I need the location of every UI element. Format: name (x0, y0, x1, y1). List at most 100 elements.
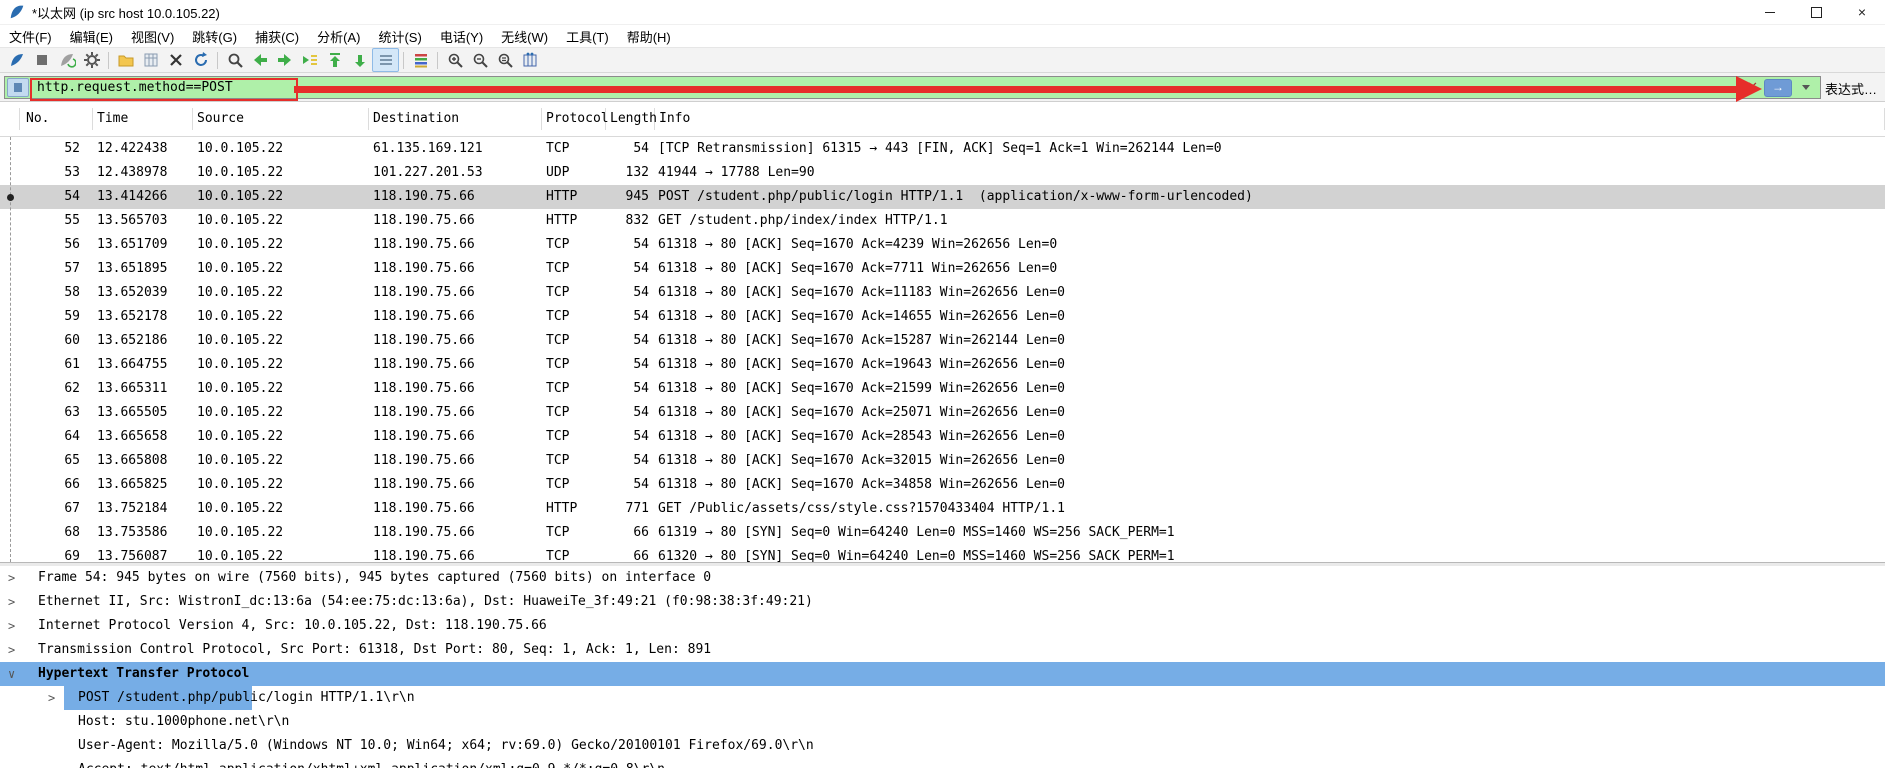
minimize-button[interactable] (1747, 0, 1793, 24)
start-capture-button[interactable] (4, 49, 29, 71)
expander-icon[interactable]: ∨ (0, 662, 38, 686)
reload-file-button[interactable] (188, 49, 213, 71)
packet-row[interactable]: 53 12.438978 10.0.105.22 101.227.201.53 … (0, 161, 1885, 185)
detail-line[interactable]: > Ethernet II, Src: WistronI_dc:13:6a (5… (0, 590, 1885, 614)
menu-item[interactable]: 文件(F) (0, 25, 61, 48)
expander-icon[interactable] (40, 734, 78, 758)
save-file-button[interactable] (138, 49, 163, 71)
menu-item[interactable]: 帮助(H) (618, 25, 680, 48)
go-forward-button[interactable] (272, 49, 297, 71)
packet-row[interactable]: 56 13.651709 10.0.105.22 118.190.75.66 T… (0, 233, 1885, 257)
window-title: *以太网 (ip src host 10.0.105.22) (32, 5, 220, 21)
packet-row[interactable]: 67 13.752184 10.0.105.22 118.190.75.66 H… (0, 497, 1885, 521)
detail-line[interactable]: Host: stu.1000phone.net\r\n (0, 710, 1885, 734)
packet-row[interactable]: 65 13.665808 10.0.105.22 118.190.75.66 T… (0, 449, 1885, 473)
go-to-top-button[interactable] (322, 49, 347, 71)
detail-line[interactable]: Accept: text/html,application/xhtml+xml,… (0, 758, 1885, 768)
restart-capture-button[interactable] (54, 49, 79, 71)
close-file-button[interactable] (163, 49, 188, 71)
menu-bar: 文件(F) 编辑(E) 视图(V) 跳转(G) 捕获(C) 分析(A) 统计(S) 电话(Y)… (0, 25, 1885, 47)
detail-line[interactable]: > Transmission Control Protocol, Src Por… (0, 638, 1885, 662)
packet-row[interactable]: 64 13.665658 10.0.105.22 118.190.75.66 T… (0, 425, 1885, 449)
filter-dropdown-caret-icon[interactable] (1802, 85, 1810, 90)
colorize-packets-button[interactable] (408, 49, 433, 71)
minimize-icon (1765, 11, 1775, 13)
packet-row[interactable]: 69 13.756087 10.0.105.22 118.190.75.66 T… (0, 545, 1885, 562)
maximize-icon (1810, 6, 1822, 18)
menu-item[interactable]: 电话(Y) (431, 25, 492, 48)
auto-scroll-toggle[interactable] (372, 48, 399, 72)
detail-line[interactable]: > POST /student.php/public/login HTTP/1.… (0, 686, 1885, 710)
column-header-source[interactable]: Source (193, 108, 369, 130)
expression-button[interactable]: 表达式… (1825, 79, 1877, 98)
reload-icon (194, 52, 207, 66)
zoom-out-button[interactable] (467, 49, 492, 71)
menu-item[interactable]: 无线(W) (492, 25, 557, 48)
column-header-info[interactable]: Info (655, 108, 1885, 130)
menu-item[interactable]: 分析(A) (308, 25, 369, 48)
capture-options-button[interactable] (79, 49, 104, 71)
green-left-arrow-icon (253, 54, 267, 66)
annotation-red-rectangle (30, 78, 298, 101)
green-down-arrow-icon (354, 55, 365, 67)
resize-columns-icon (523, 52, 536, 67)
main-toolbar (0, 47, 1885, 73)
bookmark-icon (14, 83, 22, 92)
menu-item[interactable]: 跳转(G) (183, 25, 246, 48)
column-header-time[interactable]: Time (93, 108, 193, 130)
packet-row[interactable]: 54 13.414266 10.0.105.22 118.190.75.66 H… (0, 185, 1885, 209)
packet-row[interactable]: 66 13.665825 10.0.105.22 118.190.75.66 T… (0, 473, 1885, 497)
expander-icon[interactable]: > (0, 614, 38, 638)
packet-row[interactable]: 60 13.652186 10.0.105.22 118.190.75.66 T… (0, 329, 1885, 353)
column-header-destination[interactable]: Destination (369, 108, 542, 130)
menu-item[interactable]: 捕获(C) (246, 25, 308, 48)
detail-line[interactable]: > Internet Protocol Version 4, Src: 10.0… (0, 614, 1885, 638)
detail-line[interactable]: > Frame 54: 945 bytes on wire (7560 bits… (0, 566, 1885, 590)
expander-icon[interactable]: > (0, 590, 38, 614)
packet-row[interactable]: 58 13.652039 10.0.105.22 118.190.75.66 T… (0, 281, 1885, 305)
open-file-button[interactable] (113, 49, 138, 71)
expander-icon[interactable]: > (40, 686, 78, 710)
zoom-normal-button[interactable] (492, 49, 517, 71)
save-icon (144, 53, 157, 67)
title-bar: *以太网 (ip src host 10.0.105.22) × (0, 0, 1885, 25)
menu-item[interactable]: 工具(T) (557, 25, 618, 48)
packet-row[interactable]: 55 13.565703 10.0.105.22 118.190.75.66 H… (0, 209, 1885, 233)
packet-row[interactable]: 52 12.422438 10.0.105.22 61.135.169.121 … (0, 137, 1885, 161)
stop-square-icon (36, 55, 47, 65)
packet-row[interactable]: 63 13.665505 10.0.105.22 118.190.75.66 T… (0, 401, 1885, 425)
column-header-length[interactable]: Length (606, 108, 657, 130)
packet-row[interactable]: 57 13.651895 10.0.105.22 118.190.75.66 T… (0, 257, 1885, 281)
folder-icon (118, 55, 133, 67)
packet-list: 52 12.422438 10.0.105.22 61.135.169.121 … (0, 137, 1885, 562)
apply-filter-button[interactable]: → (1764, 79, 1792, 97)
packet-row[interactable]: 62 13.665311 10.0.105.22 118.190.75.66 T… (0, 377, 1885, 401)
column-header-protocol[interactable]: Protocol (542, 108, 609, 130)
find-packet-button[interactable] (222, 49, 247, 71)
stop-capture-button[interactable] (29, 49, 54, 71)
detail-line[interactable]: ∨ Hypertext Transfer Protocol (0, 662, 1885, 686)
maximize-button[interactable] (1793, 0, 1839, 24)
expander-icon[interactable] (40, 710, 78, 734)
expander-icon[interactable]: > (0, 566, 38, 590)
go-to-bottom-button[interactable] (347, 49, 372, 71)
detail-line[interactable]: User-Agent: Mozilla/5.0 (Windows NT 10.0… (0, 734, 1885, 758)
zoom-in-button[interactable] (442, 49, 467, 71)
menu-item[interactable]: 视图(V) (122, 25, 183, 48)
zoom-out-icon (473, 53, 488, 68)
expander-icon[interactable] (40, 758, 78, 768)
close-button[interactable]: × (1839, 0, 1885, 24)
packet-row[interactable]: 59 13.652178 10.0.105.22 118.190.75.66 T… (0, 305, 1885, 329)
menu-item[interactable]: 编辑(E) (61, 25, 122, 48)
column-header-no[interactable]: No. (20, 108, 93, 130)
annotation-red-arrowhead (1736, 76, 1762, 102)
filter-bookmark-button[interactable] (7, 78, 29, 97)
expander-icon[interactable]: > (0, 638, 38, 662)
resize-columns-button[interactable] (517, 49, 542, 71)
close-file-x-icon (169, 54, 182, 66)
go-to-packet-button[interactable] (297, 49, 322, 71)
packet-row[interactable]: 61 13.664755 10.0.105.22 118.190.75.66 T… (0, 353, 1885, 377)
menu-item[interactable]: 统计(S) (369, 25, 430, 48)
packet-row[interactable]: 68 13.753586 10.0.105.22 118.190.75.66 T… (0, 521, 1885, 545)
go-back-button[interactable] (247, 49, 272, 71)
